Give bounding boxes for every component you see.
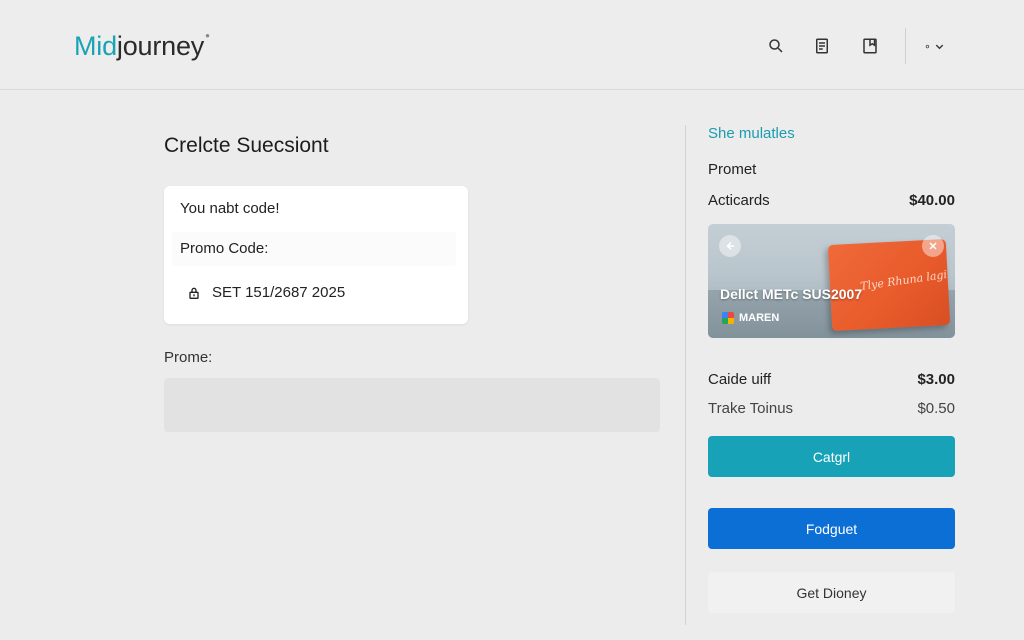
- line-item-value: $3.00: [917, 371, 955, 388]
- page-title: Crelcte Suecsiont: [164, 134, 329, 157]
- line-item-row: Acticards $40.00: [708, 192, 955, 209]
- promo-card-heading: You nabt code!: [180, 200, 280, 217]
- registered-mark-icon: ●: [205, 31, 210, 40]
- promo-code-value-row[interactable]: SET 151/2687 2025: [186, 284, 345, 301]
- bookmark-icon[interactable]: [860, 36, 880, 56]
- arrow-left-icon: [726, 241, 734, 251]
- summary-section-label: Promet: [708, 161, 757, 178]
- receipt-icon[interactable]: [812, 36, 832, 56]
- close-icon: [929, 242, 937, 250]
- lock-icon: [189, 287, 199, 299]
- header-divider: [905, 28, 906, 64]
- summary-link[interactable]: She mulatles: [708, 125, 795, 142]
- line-item-row: Caide uiff $3.00: [708, 371, 955, 388]
- line-item-label: Acticards: [708, 192, 770, 209]
- promo-input[interactable]: [164, 378, 660, 432]
- search-icon[interactable]: [766, 36, 786, 56]
- primary-action-button[interactable]: Catgrl: [708, 436, 955, 477]
- brand-logo-icon: [722, 312, 734, 324]
- chevron-down-icon: [935, 44, 944, 49]
- promo-field-label: Prome:: [164, 349, 213, 366]
- line-item-value: $40.00: [909, 192, 955, 209]
- logo-text: journey: [116, 31, 205, 61]
- promo-code-card: You nabt code! Promo Code: SET 151/2687 …: [164, 186, 468, 324]
- gift-card-image: Tlye Rhuna lagi Dellct METc SUS2007 MARE…: [708, 224, 955, 338]
- top-header: Midjourney● ∘: [0, 0, 1024, 90]
- line-item-label: Caide uiff: [708, 371, 772, 388]
- midjourney-logo[interactable]: Midjourney●: [74, 31, 210, 62]
- card-overlay-text: Dellct METc SUS2007: [720, 286, 863, 302]
- promo-code-value: SET 151/2687 2025: [212, 284, 346, 301]
- logo-accent: Mid: [74, 31, 117, 61]
- promo-code-label: Promo Code:: [172, 232, 456, 266]
- panel-divider: [685, 125, 686, 625]
- line-item-label: Trake Toinus: [708, 400, 794, 417]
- line-item-row: Trake Toinus $0.50: [708, 400, 955, 417]
- card-back-button[interactable]: [719, 235, 741, 257]
- card-brand: MAREN: [722, 312, 779, 324]
- secondary-action-button[interactable]: Fodguet: [708, 508, 955, 549]
- tertiary-action-button[interactable]: Get Dioney: [708, 572, 955, 613]
- card-close-button[interactable]: [922, 235, 944, 257]
- card-brand-text: MAREN: [739, 312, 780, 324]
- account-indicator-icon: ∘: [924, 40, 931, 53]
- account-menu-toggle[interactable]: ∘: [924, 38, 954, 54]
- line-item-value: $0.50: [917, 400, 955, 417]
